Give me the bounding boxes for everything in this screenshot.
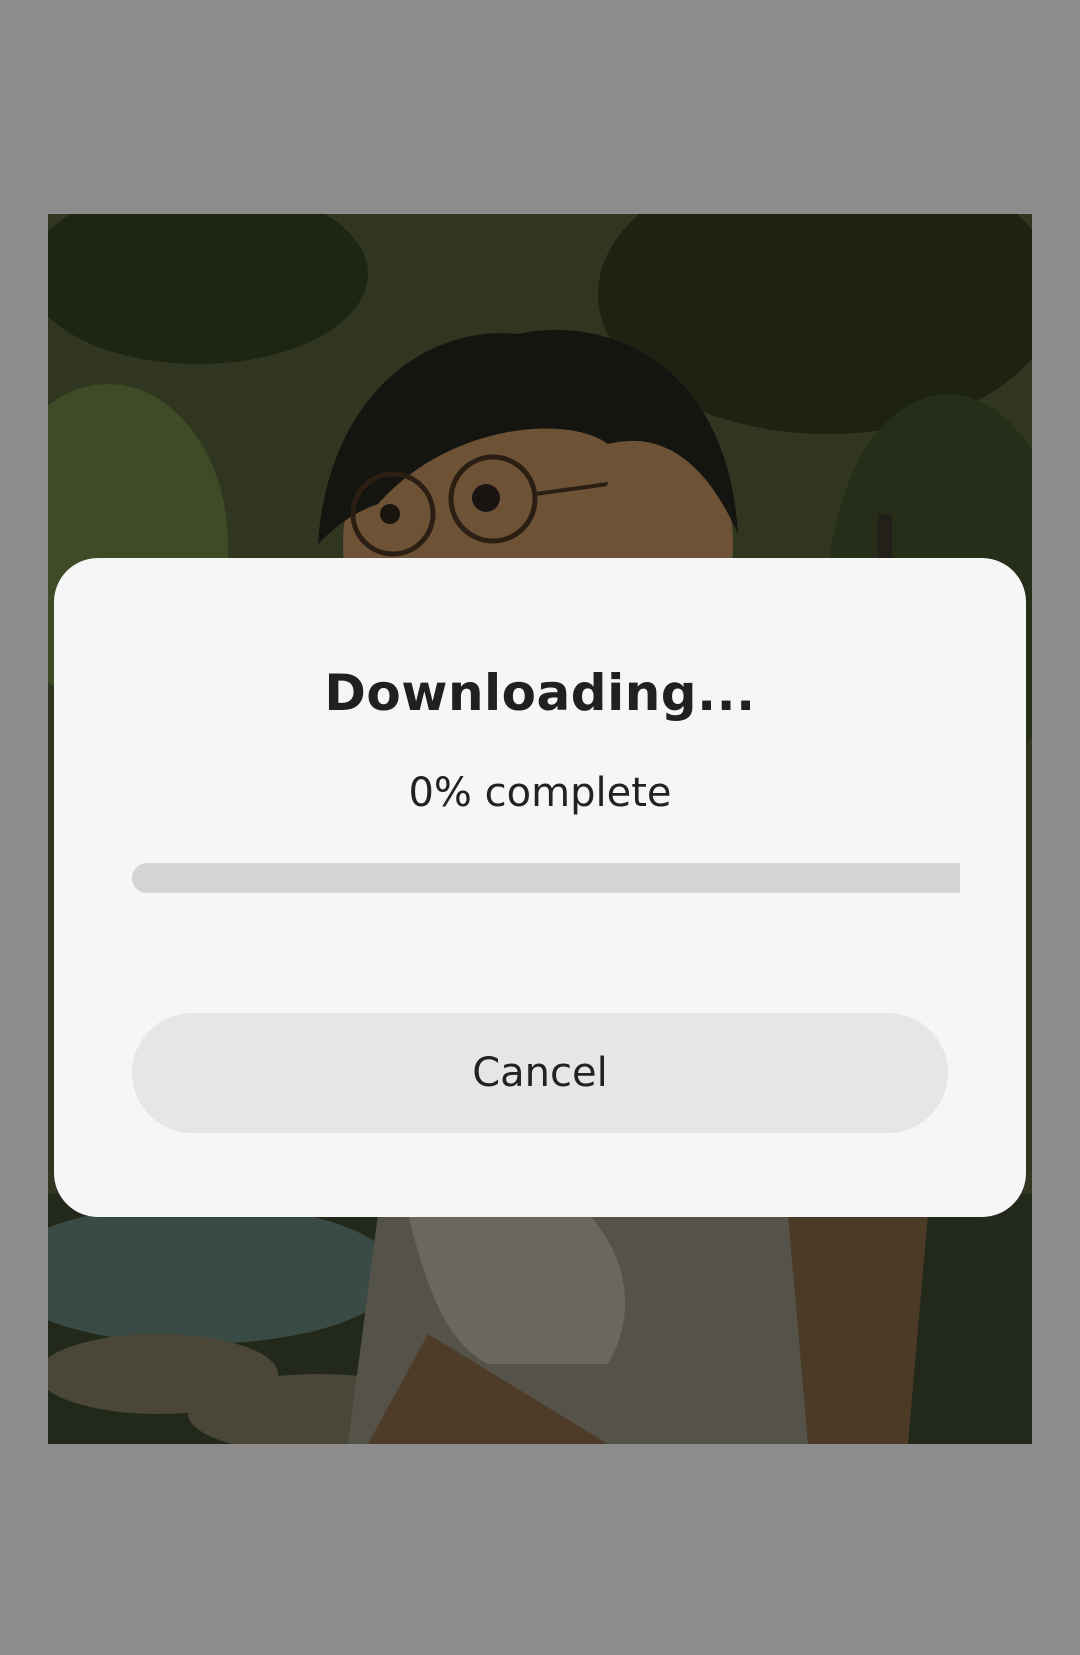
screen: Downloading... 0% complete Cancel (0, 0, 1080, 1655)
dialog-title: Downloading... (324, 664, 756, 722)
cancel-button[interactable]: Cancel (132, 1013, 948, 1133)
download-progress-bar (132, 863, 960, 893)
progress-percentage-text: 0% complete (408, 770, 672, 816)
